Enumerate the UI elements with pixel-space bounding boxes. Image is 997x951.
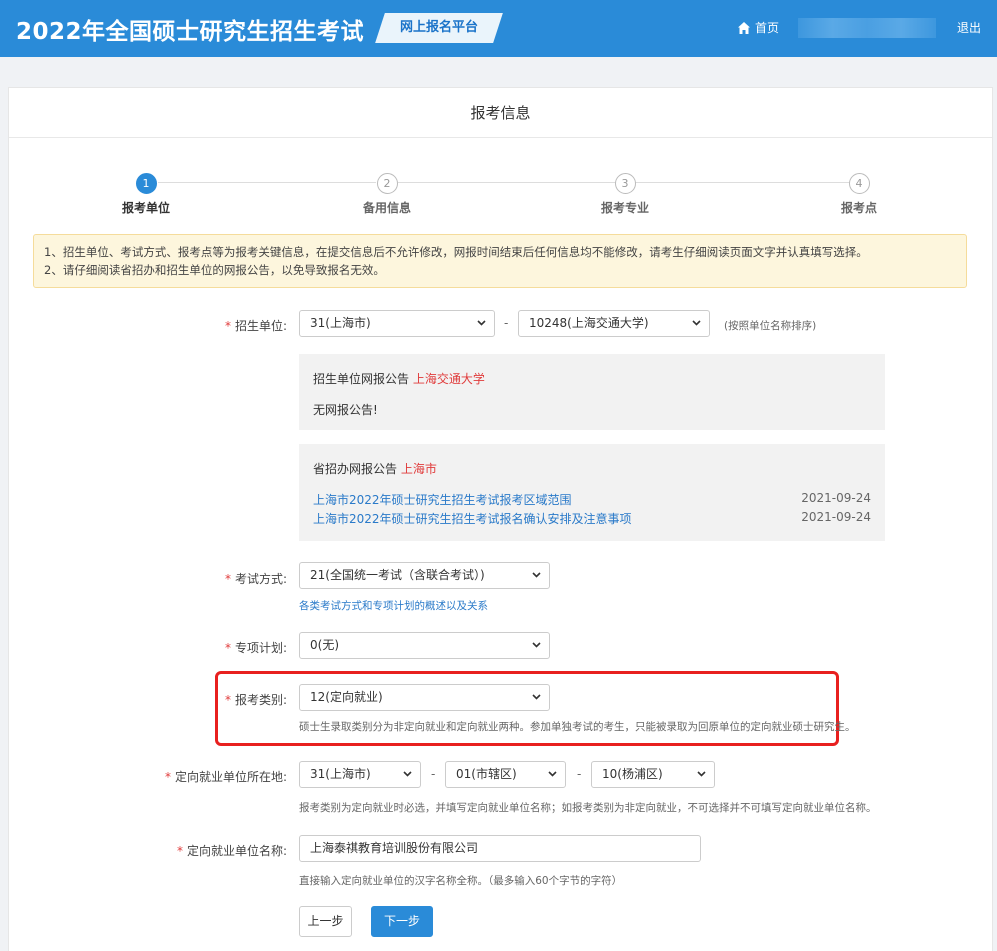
province-announcement-date: 2021-09-24: [801, 510, 871, 524]
special-plan-select[interactable]: 0(无): [299, 632, 550, 659]
step-4-label: 报考点: [840, 201, 877, 215]
step-2-label: 备用信息: [362, 201, 411, 215]
step-4: 4 报考点: [814, 173, 904, 216]
chevron-down-icon: [477, 320, 486, 326]
category-hint: 硕士生录取类别分为非定向就业和定向就业两种。参加单独考试的考生，只能被录取为回原…: [299, 721, 856, 733]
unit-school-select[interactable]: 10248(上海交通大学): [518, 310, 710, 337]
step-indicator: 1 报考单位 2 备用信息 3 报考专业 4 报考点: [9, 173, 994, 218]
province-announcement-link[interactable]: 上海市2022年硕士研究生招生考试报名确认安排及注意事项: [313, 510, 632, 527]
step-4-number: 4: [848, 173, 870, 194]
employer-name-input[interactable]: 上海泰祺教育培训股份有限公司: [299, 835, 701, 862]
unit-dash: -: [504, 316, 509, 330]
step-3: 3 报考专业: [580, 173, 670, 216]
province-announcement-box: 省招办网报公告 上海市 上海市2022年硕士研究生招生考试报考区域范围 2021…: [299, 444, 885, 541]
home-icon: [738, 21, 750, 34]
step-2: 2 备用信息: [342, 173, 432, 216]
employer-district-select[interactable]: 10(杨浦区): [591, 761, 715, 788]
notice-line-2: 2、请仔细阅读省招办和招生单位的网报公告，以免导致报名无效。: [44, 263, 385, 277]
category-label: * 报考类别:: [224, 693, 287, 707]
chevron-down-icon: [532, 572, 541, 578]
step-1-label: 报考单位: [121, 201, 170, 215]
employer-location-hint: 报考类别为定向就业时必选，并填写定向就业单位名称；如报考类别为非定向就业，不可选…: [299, 802, 877, 814]
exam-mode-help-link[interactable]: 各类考试方式和专项计划的概述以及关系: [299, 598, 488, 613]
exam-mode-label: * 考试方式:: [224, 572, 287, 586]
special-plan-label: * 专项计划:: [224, 641, 287, 655]
province-announcement-link[interactable]: 上海市2022年硕士研究生招生考试报考区域范围: [313, 491, 572, 508]
employer-city-value: 01(市辖区): [456, 767, 517, 781]
unit-province-select[interactable]: 31(上海市): [299, 310, 495, 337]
chevron-down-icon: [548, 771, 557, 777]
special-plan-value: 0(无): [310, 638, 339, 652]
main-panel: 报考信息 1 报考单位 2 备用信息 3 报考专业 4 报考点 1、招生单位、考…: [8, 87, 993, 951]
step-3-label: 报考专业: [600, 201, 649, 215]
step-3-number: 3: [614, 173, 636, 194]
exam-mode-select[interactable]: 21(全国统一考试（含联合考试）): [299, 562, 550, 589]
province-announcement-title: 省招办网报公告 上海市: [313, 462, 437, 476]
top-bar: 2022年全国硕士研究生招生考试 网上报名平台 首页 退出: [0, 0, 997, 57]
category-value: 12(定向就业): [310, 690, 383, 704]
step-1: 1 报考单位: [101, 173, 191, 216]
chevron-down-icon: [403, 771, 412, 777]
employer-location-label: * 定向就业单位所在地:: [164, 770, 287, 784]
step-2-number: 2: [376, 173, 398, 194]
platform-tag-label: 网上报名平台: [399, 20, 478, 35]
chevron-down-icon: [532, 694, 541, 700]
chevron-down-icon: [692, 320, 701, 326]
home-link[interactable]: 首页: [738, 19, 779, 36]
employer-name-label: * 定向就业单位名称:: [176, 844, 287, 858]
employer-name-hint: 直接输入定向就业单位的汉字名称全称。（最多输入60个字节的字符）: [299, 875, 623, 887]
unit-sort-hint: (按照单位名称排序): [724, 320, 817, 332]
location-dash: -: [577, 767, 582, 781]
unit-school-value: 10248(上海交通大学): [529, 316, 649, 330]
home-link-label: 首页: [755, 21, 780, 35]
unit-label: * 招生单位:: [224, 319, 287, 333]
logout-link[interactable]: 退出: [957, 19, 981, 36]
employer-province-value: 31(上海市): [310, 767, 371, 781]
employer-province-select[interactable]: 31(上海市): [299, 761, 421, 788]
employer-district-value: 10(杨浦区): [602, 767, 663, 781]
warning-notice: 1、招生单位、考试方式、报考点等为报考关键信息，在提交信息后不允许修改，网报时间…: [33, 234, 967, 288]
exam-mode-value: 21(全国统一考试（含联合考试）): [310, 568, 485, 582]
unit-province-value: 31(上海市): [310, 316, 371, 330]
step-1-number: 1: [135, 173, 157, 194]
site-title: 2022年全国硕士研究生招生考试: [16, 19, 365, 45]
province-announcement-date: 2021-09-24: [801, 491, 871, 505]
next-step-button[interactable]: 下一步: [371, 906, 433, 937]
employer-city-select[interactable]: 01(市辖区): [445, 761, 566, 788]
unit-announcement-text: 无网报公告!: [313, 403, 378, 417]
notice-line-1: 1、招生单位、考试方式、报考点等为报考关键信息，在提交信息后不允许修改，网报时间…: [44, 245, 868, 259]
panel-title: 报考信息: [9, 88, 992, 138]
unit-announcement-box: 招生单位网报公告 上海交通大学 无网报公告!: [299, 354, 885, 430]
user-info-redacted: [798, 18, 936, 38]
prev-step-button[interactable]: 上一步: [299, 906, 352, 937]
platform-tag: 网上报名平台: [375, 13, 503, 43]
chevron-down-icon: [532, 642, 541, 648]
unit-announcement-title: 招生单位网报公告 上海交通大学: [313, 372, 485, 386]
location-dash: -: [431, 767, 436, 781]
category-select[interactable]: 12(定向就业): [299, 684, 550, 711]
chevron-down-icon: [697, 771, 706, 777]
